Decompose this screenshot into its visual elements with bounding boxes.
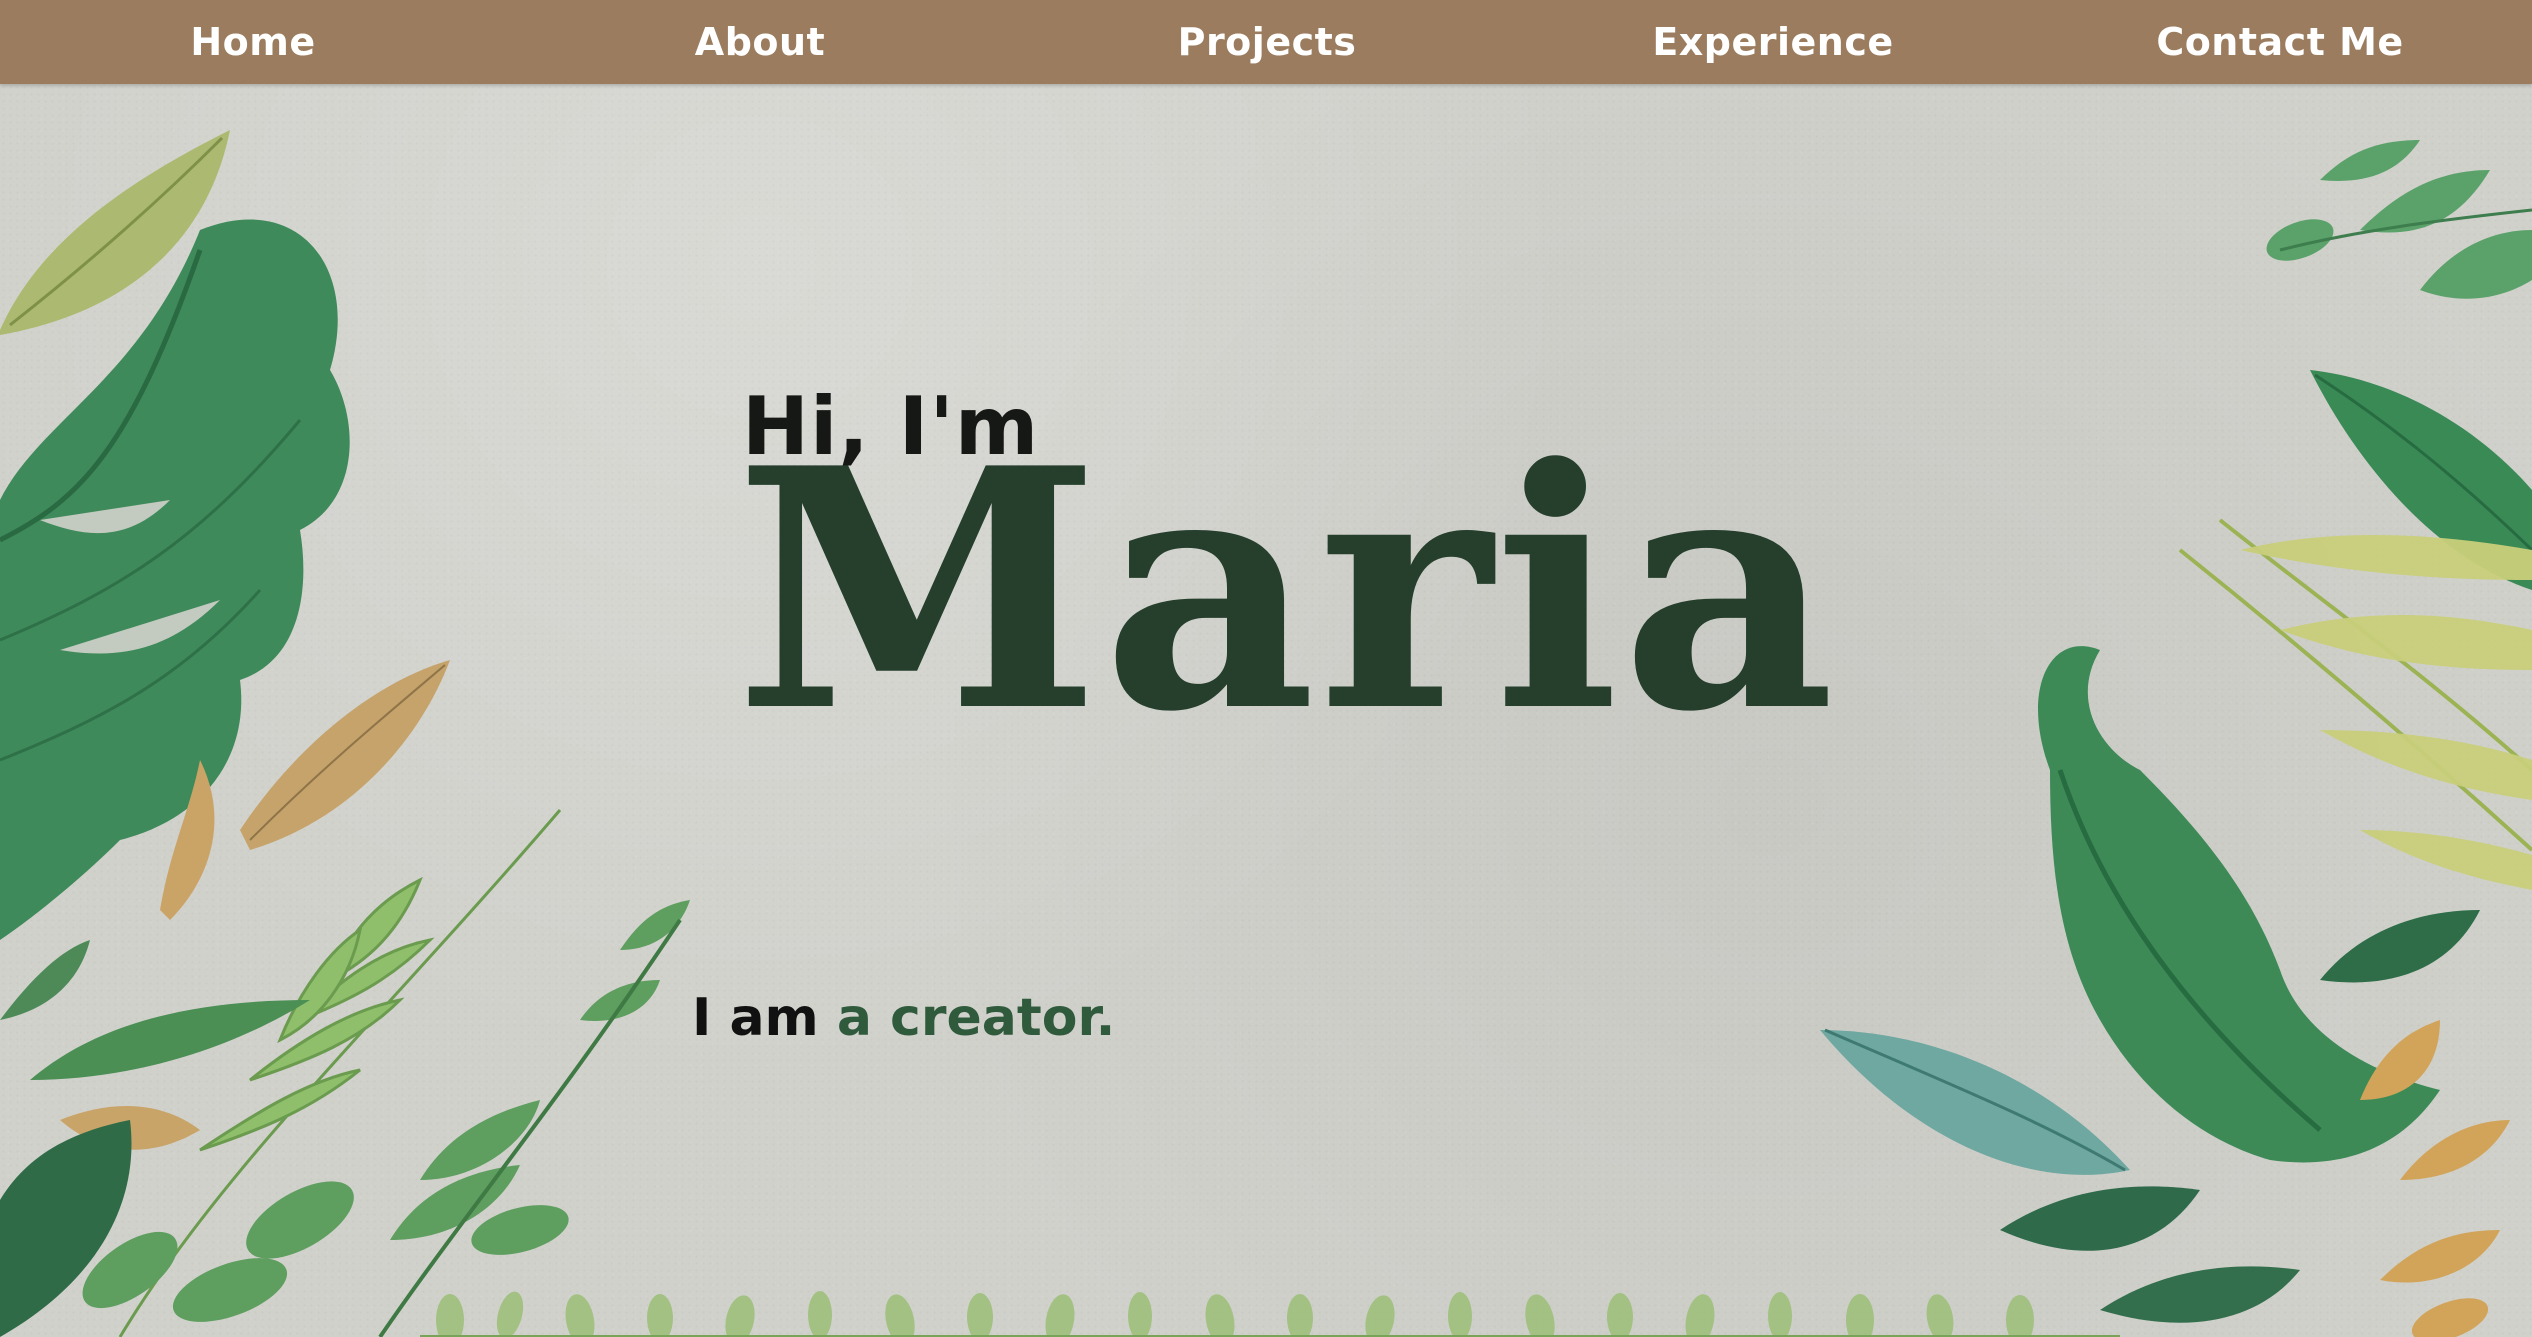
hero-tagline: I am a creator. <box>692 988 1115 1048</box>
right-foliage-illustration <box>1820 140 2532 1337</box>
top-navigation-bar: Home About Projects Experience Contact M… <box>0 0 2532 84</box>
hero-page: Home About Projects Experience Contact M… <box>0 0 2532 1337</box>
tagline-highlight: a creator. <box>836 988 1116 1048</box>
tagline-prefix: I am <box>692 988 819 1048</box>
nav-home[interactable]: Home <box>190 0 315 84</box>
left-foliage-illustration <box>0 130 690 1337</box>
nav-about[interactable]: About <box>695 0 825 84</box>
nav-contact-me[interactable]: Contact Me <box>2156 0 2403 84</box>
bottom-leaves-strip <box>420 1291 2120 1337</box>
nav-projects[interactable]: Projects <box>1178 0 1357 84</box>
hero-name: Maria <box>735 396 1838 784</box>
nav-experience[interactable]: Experience <box>1652 0 1893 84</box>
